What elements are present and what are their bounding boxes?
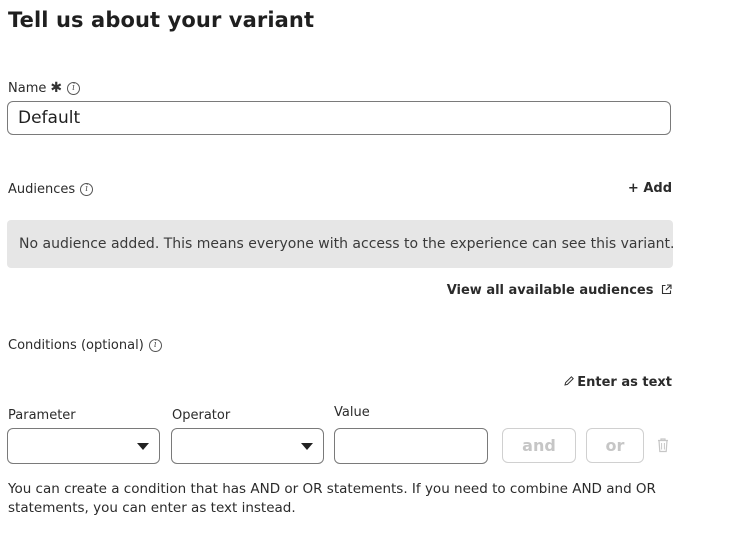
operator-select[interactable] [171, 428, 324, 464]
name-label-row: Name ✱ i [8, 80, 81, 96]
parameter-select[interactable] [7, 428, 160, 464]
view-all-audiences-label: View all available audiences [446, 283, 654, 298]
conditions-helper-text: You can create a condition that has AND … [8, 481, 656, 516]
conditions-label-row: Conditions (optional) i [8, 338, 162, 353]
caret-down-icon [301, 443, 313, 450]
caret-down-icon [137, 443, 149, 450]
conditions-label: Conditions (optional) [8, 338, 144, 353]
page-title: Tell us about your variant [8, 8, 315, 32]
parameter-label: Parameter [8, 408, 76, 423]
audiences-label-row: Audiences i [8, 182, 94, 197]
enter-as-text-label: Enter as text [577, 375, 672, 390]
value-label: Value [334, 405, 370, 420]
external-link-icon [661, 284, 672, 295]
audiences-label: Audiences [8, 182, 76, 197]
info-icon[interactable]: i [80, 183, 94, 196]
enter-as-text-button[interactable]: Enter as text [563, 375, 672, 390]
no-audience-notice: No audience added. This means everyone w… [7, 220, 675, 268]
info-icon[interactable]: i [148, 339, 162, 352]
value-input[interactable] [334, 428, 488, 464]
name-label: Name [8, 81, 47, 96]
info-icon[interactable]: i [67, 82, 81, 95]
name-input[interactable]: Default [7, 101, 671, 135]
add-audience-button[interactable]: + Add [628, 181, 672, 196]
trash-icon[interactable] [656, 437, 670, 453]
operator-label: Operator [172, 408, 231, 423]
or-button[interactable]: or [586, 428, 644, 463]
view-all-audiences-link[interactable]: View all available audiences [447, 283, 672, 298]
required-icon: ✱ [50, 80, 63, 96]
and-button[interactable]: and [502, 428, 576, 463]
pencil-icon [564, 376, 575, 386]
